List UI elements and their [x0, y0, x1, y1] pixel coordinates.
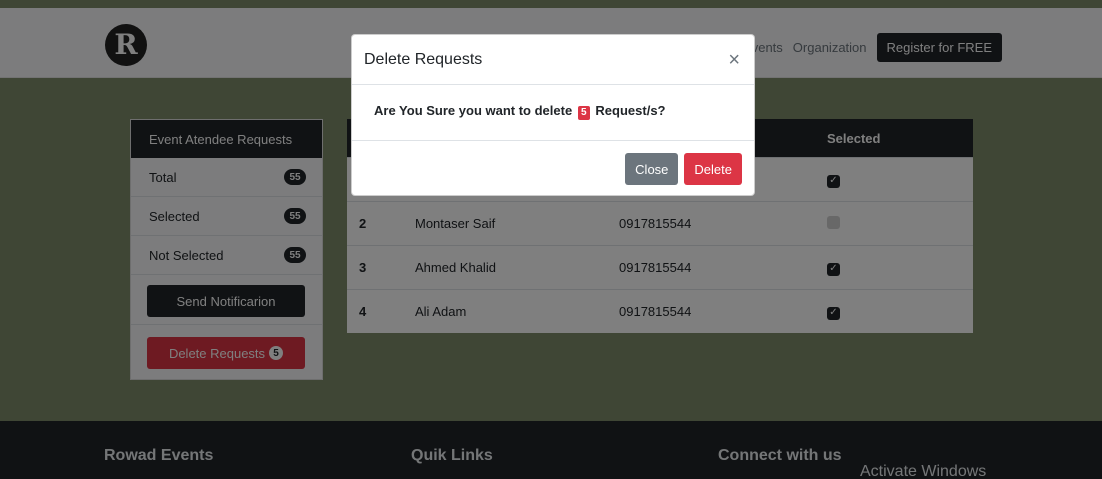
modal-footer: Close Delete [352, 141, 754, 197]
close-button[interactable]: Close [625, 153, 679, 185]
modal-body: Are You Sure you want to delete 5 Reques… [352, 85, 754, 141]
delete-requests-modal: Delete Requests × Are You Sure you want … [351, 34, 755, 196]
page: R Events Organization Register for FREE … [0, 0, 1102, 479]
modal-title: Delete Requests [364, 50, 483, 68]
close-icon[interactable]: × [728, 50, 740, 70]
modal-header: Delete Requests × [352, 35, 754, 85]
confirm-delete-button[interactable]: Delete [684, 153, 742, 185]
confirm-text-suffix: Request/s? [595, 103, 666, 118]
confirm-text-prefix: Are You Sure you want to delete [374, 103, 573, 118]
delete-count-badge: 5 [577, 106, 590, 120]
